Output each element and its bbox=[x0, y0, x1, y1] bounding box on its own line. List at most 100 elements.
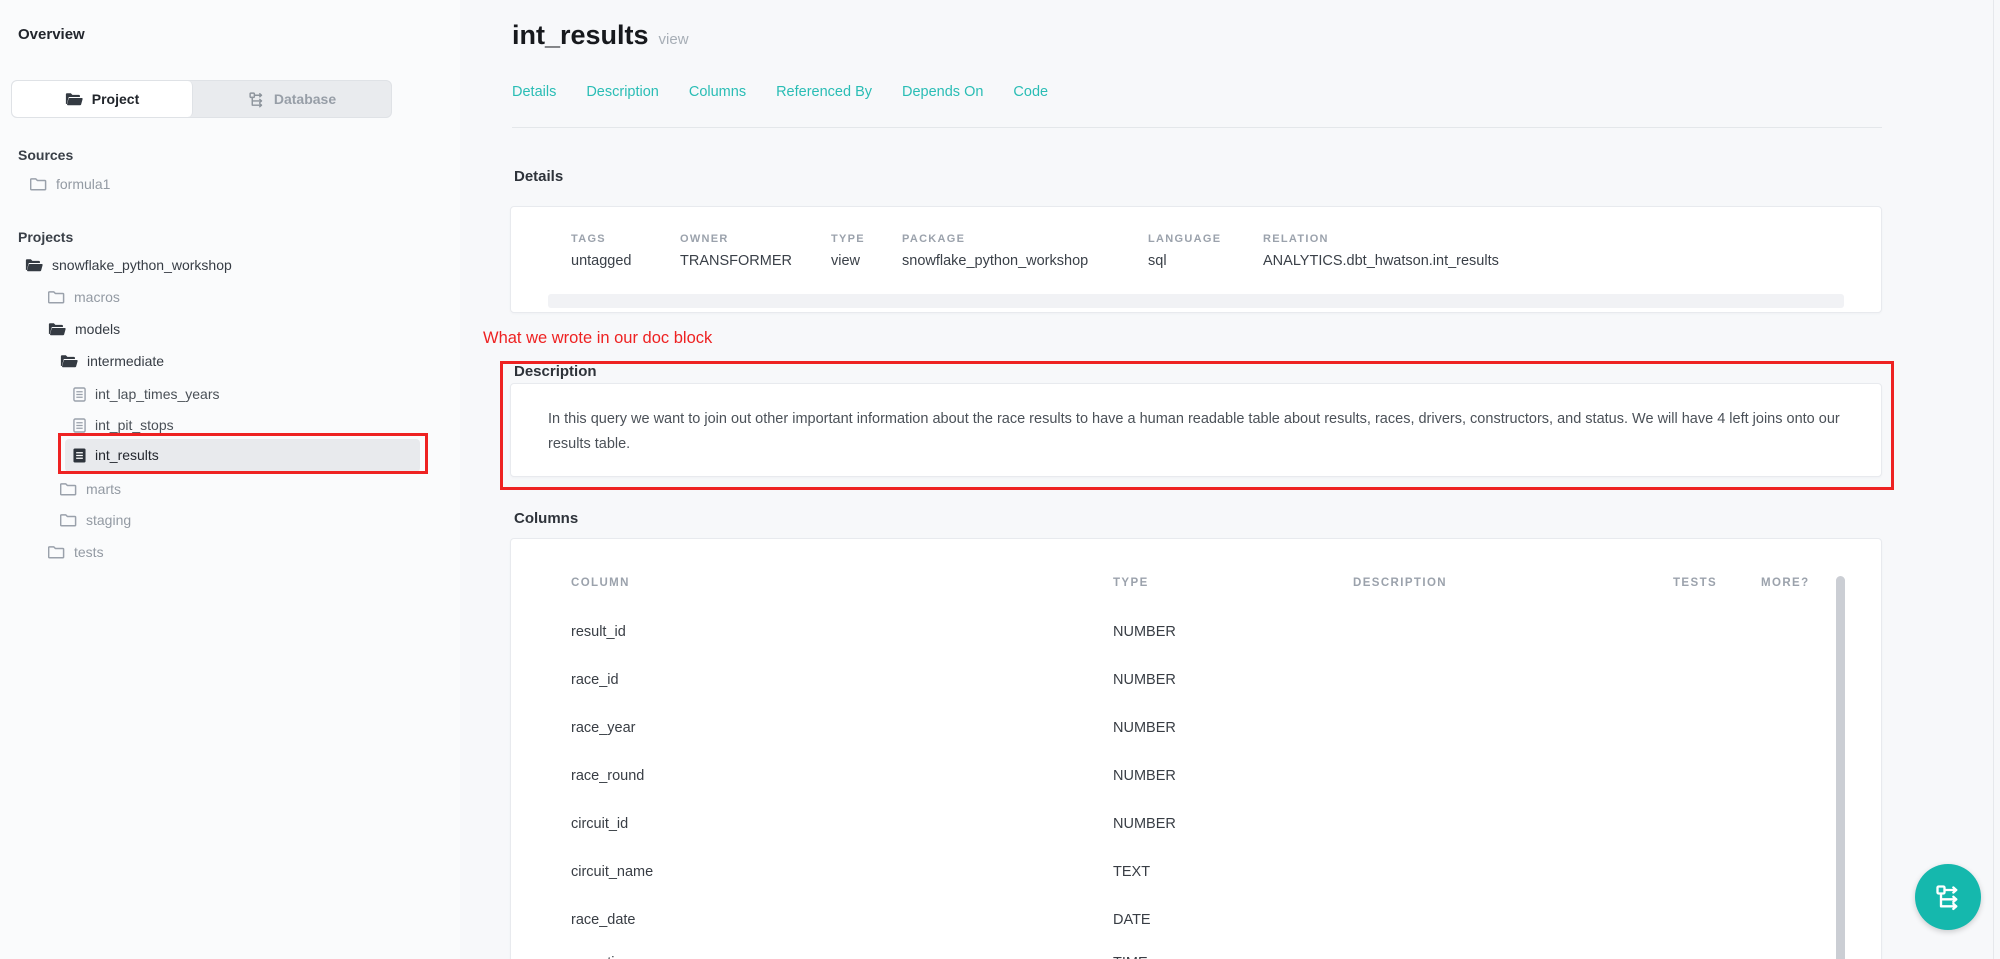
column-header-type: TYPE bbox=[1113, 577, 1149, 589]
tree-item-tests[interactable]: tests bbox=[48, 536, 104, 568]
window-edge bbox=[1993, 0, 1994, 959]
detail-field-relation: RELATION ANALYTICS.dbt_hwatson.int_resul… bbox=[1263, 233, 1881, 269]
column-header-description: DESCRIPTION bbox=[1353, 577, 1447, 589]
detail-value: snowflake_python_workshop bbox=[902, 253, 1148, 269]
nav-divider bbox=[512, 127, 1882, 128]
file-icon bbox=[73, 418, 86, 433]
tree-item-snowflake-python-workshop[interactable]: snowflake_python_workshop bbox=[25, 249, 232, 281]
table-row-result-id[interactable]: result_id NUMBER bbox=[511, 608, 1881, 656]
description-heading: Description bbox=[514, 363, 597, 380]
lineage-icon bbox=[248, 91, 265, 108]
detail-label: RELATION bbox=[1263, 233, 1881, 245]
table-row-race-round[interactable]: race_round NUMBER bbox=[511, 752, 1881, 800]
sidebar: Overview Project Database Sources bbox=[0, 0, 460, 959]
columns-heading: Columns bbox=[514, 510, 578, 527]
columns-card: COLUMN TYPE DESCRIPTION TESTS MORE? resu… bbox=[510, 538, 1882, 959]
nav-link-depends-on[interactable]: Depends On bbox=[902, 84, 983, 100]
detail-value: sql bbox=[1148, 253, 1263, 269]
folder-closed-icon bbox=[48, 290, 65, 304]
table-row-circuit-id[interactable]: circuit_id NUMBER bbox=[511, 800, 1881, 848]
folder-closed-icon bbox=[48, 545, 65, 559]
folder-closed-icon bbox=[60, 482, 77, 496]
column-name: result_id bbox=[571, 624, 626, 640]
tree-item-label: intermediate bbox=[87, 353, 164, 369]
table-row-race-year[interactable]: race_year NUMBER bbox=[511, 704, 1881, 752]
projects-label: Projects bbox=[18, 229, 73, 245]
columns-table-body: result_id NUMBER race_id NUMBER race_yea… bbox=[511, 608, 1881, 959]
detail-field-package: PACKAGE snowflake_python_workshop bbox=[902, 233, 1148, 269]
tree-item-label: macros bbox=[74, 289, 120, 305]
description-card: In this query we want to join out other … bbox=[510, 383, 1882, 477]
tree-item-label: marts bbox=[86, 481, 121, 497]
table-scrollbar-thumb[interactable] bbox=[1836, 576, 1845, 959]
folder-open-icon bbox=[60, 354, 78, 369]
column-type: NUMBER bbox=[1113, 720, 1176, 736]
column-header-column: COLUMN bbox=[571, 577, 630, 589]
tree-item-formula1[interactable]: formula1 bbox=[30, 168, 110, 200]
detail-field-language: LANGUAGE sql bbox=[1148, 233, 1263, 269]
tree-item-macros[interactable]: macros bbox=[48, 281, 120, 313]
column-name: race_round bbox=[571, 768, 644, 784]
sidebar-title: Overview bbox=[18, 26, 85, 43]
detail-value: view bbox=[831, 253, 902, 269]
detail-field-type: TYPE view bbox=[831, 233, 902, 269]
column-type: NUMBER bbox=[1113, 816, 1176, 832]
detail-value: TRANSFORMER bbox=[680, 253, 831, 269]
table-row-race-time[interactable]: race_time TIME bbox=[511, 939, 1881, 959]
column-type: TEXT bbox=[1113, 864, 1150, 880]
details-heading: Details bbox=[514, 168, 563, 185]
table-row-race-date[interactable]: race_date DATE bbox=[511, 896, 1881, 944]
table-row-race-id[interactable]: race_id NUMBER bbox=[511, 656, 1881, 704]
detail-label: LANGUAGE bbox=[1148, 233, 1263, 245]
column-name: circuit_name bbox=[571, 864, 653, 880]
nav-link-description[interactable]: Description bbox=[586, 84, 659, 100]
column-header-more: MORE? bbox=[1761, 577, 1810, 589]
file-filled-icon bbox=[73, 448, 86, 463]
column-name: race_time bbox=[571, 955, 635, 959]
detail-label: OWNER bbox=[680, 233, 831, 245]
column-type: DATE bbox=[1113, 912, 1151, 928]
nav-link-code[interactable]: Code bbox=[1013, 84, 1048, 100]
folder-open-icon bbox=[25, 258, 43, 273]
details-card: TAGS untagged OWNER TRANSFORMER TYPE vie… bbox=[510, 206, 1882, 313]
column-name: race_year bbox=[571, 720, 635, 736]
tab-project-label: Project bbox=[92, 91, 139, 107]
tree-item-models[interactable]: models bbox=[48, 313, 120, 345]
lineage-graph-button[interactable] bbox=[1915, 864, 1981, 930]
tree-item-marts[interactable]: marts bbox=[60, 473, 121, 505]
table-row-circuit-name[interactable]: circuit_name TEXT bbox=[511, 848, 1881, 896]
tree-item-int-results[interactable]: int_results bbox=[73, 439, 159, 471]
column-header-tests: TESTS bbox=[1673, 577, 1717, 589]
tree-item-label: formula1 bbox=[56, 176, 110, 192]
tree-item-label: int_pit_stops bbox=[95, 417, 174, 433]
tree-item-label: int_lap_times_years bbox=[95, 386, 220, 402]
annotation-doc-block-note: What we wrote in our doc block bbox=[483, 329, 712, 348]
tree-item-label: models bbox=[75, 321, 120, 337]
detail-field-owner: OWNER TRANSFORMER bbox=[680, 233, 831, 269]
column-name: circuit_id bbox=[571, 816, 628, 832]
details-fields: TAGS untagged OWNER TRANSFORMER TYPE vie… bbox=[511, 207, 1881, 269]
tab-project[interactable]: Project bbox=[12, 81, 193, 117]
nav-link-referenced-by[interactable]: Referenced By bbox=[776, 84, 872, 100]
detail-label: TAGS bbox=[571, 233, 680, 245]
tree-item-int-lap-times-years[interactable]: int_lap_times_years bbox=[73, 378, 220, 410]
tab-database[interactable]: Database bbox=[193, 81, 391, 117]
tree-item-int-pit-stops[interactable]: int_pit_stops bbox=[73, 409, 174, 441]
column-name: race_date bbox=[571, 912, 636, 928]
tree-item-staging[interactable]: staging bbox=[60, 504, 131, 536]
folder-closed-icon bbox=[30, 177, 47, 191]
detail-value: untagged bbox=[571, 253, 680, 269]
nav-link-columns[interactable]: Columns bbox=[689, 84, 746, 100]
column-type: NUMBER bbox=[1113, 624, 1176, 640]
model-name: int_results bbox=[512, 20, 649, 50]
tab-database-label: Database bbox=[274, 91, 336, 107]
tree-item-intermediate[interactable]: intermediate bbox=[60, 345, 164, 377]
tree-item-label: tests bbox=[74, 544, 104, 560]
view-switcher: Project Database bbox=[11, 80, 392, 118]
file-icon bbox=[73, 387, 86, 402]
tree-item-label: int_results bbox=[95, 447, 159, 463]
sources-label: Sources bbox=[18, 147, 73, 163]
nav-link-details[interactable]: Details bbox=[512, 84, 556, 100]
lineage-icon bbox=[1934, 883, 1962, 911]
folder-closed-icon bbox=[60, 513, 77, 527]
